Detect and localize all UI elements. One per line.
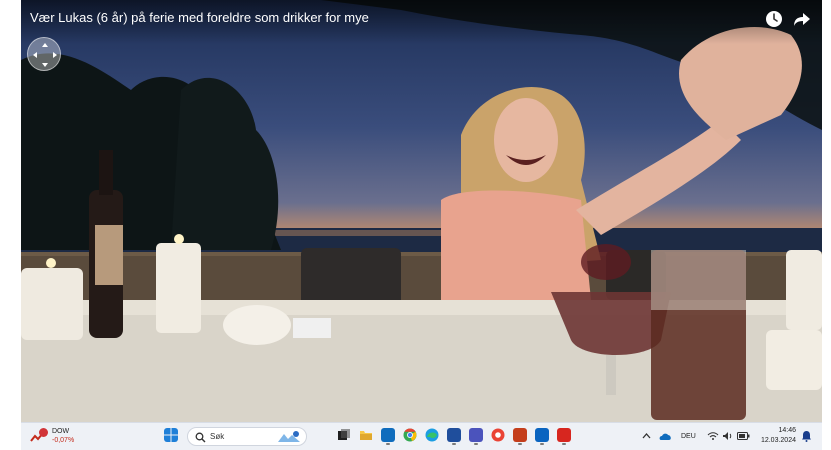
video-frame xyxy=(21,0,822,422)
vr-navigation-icon[interactable] xyxy=(27,37,61,71)
edge-icon[interactable] xyxy=(425,428,439,442)
vr-arrows-icon xyxy=(33,43,57,67)
stock-change: -0,07% xyxy=(52,437,75,444)
chevron-up-icon[interactable] xyxy=(642,432,651,440)
powerpoint-icon[interactable] xyxy=(513,428,527,445)
taskbar: DOW -0,07% Søk DEU 14:46 12.03.2024 xyxy=(21,422,822,450)
chrome-icon[interactable] xyxy=(403,428,417,442)
screen: Vær Lukas (6 år) på ferie med foreldre s… xyxy=(0,0,831,450)
video-title[interactable]: Vær Lukas (6 år) på ferie med foreldre s… xyxy=(30,10,369,25)
search-placeholder: Søk xyxy=(210,432,225,441)
running-indicator xyxy=(540,443,544,445)
clock-icon[interactable] xyxy=(764,9,784,29)
running-indicator xyxy=(386,443,390,445)
chrome-profile-icon[interactable] xyxy=(491,428,505,442)
search-highlight-icon xyxy=(278,431,300,442)
notification-bell-icon[interactable] xyxy=(801,430,812,442)
running-indicator xyxy=(518,443,522,445)
running-indicator xyxy=(562,443,566,445)
wifi-icon[interactable] xyxy=(707,431,719,441)
running-indicator xyxy=(474,443,478,445)
task-view-icon[interactable] xyxy=(337,428,351,442)
windows-start-icon[interactable] xyxy=(164,428,178,442)
volume-icon[interactable] xyxy=(722,431,734,441)
running-indicator xyxy=(452,443,456,445)
outlook-icon[interactable] xyxy=(381,428,395,445)
stock-label: DOW xyxy=(52,428,70,435)
onedrive-icon[interactable] xyxy=(659,431,672,441)
system-clock[interactable]: 14:46 12.03.2024 xyxy=(761,426,796,446)
clock-time: 14:46 xyxy=(778,427,796,434)
stock-widget[interactable]: DOW -0,07% xyxy=(30,427,90,447)
acrobat-icon[interactable] xyxy=(557,428,571,445)
notification-badge xyxy=(39,428,48,437)
taskbar-search[interactable]: Søk xyxy=(187,427,307,446)
outlook-mail-icon[interactable] xyxy=(535,428,549,445)
file-explorer-icon[interactable] xyxy=(359,428,373,442)
language-indicator[interactable]: DEU xyxy=(681,433,696,440)
clock-date: 12.03.2024 xyxy=(760,437,796,444)
battery-icon[interactable] xyxy=(737,432,750,440)
share-icon[interactable] xyxy=(792,9,812,29)
microsoft-store-icon[interactable] xyxy=(447,428,461,445)
teams-icon[interactable] xyxy=(469,428,483,445)
search-icon xyxy=(195,432,206,443)
video-player[interactable]: Vær Lukas (6 år) på ferie med foreldre s… xyxy=(21,0,822,422)
